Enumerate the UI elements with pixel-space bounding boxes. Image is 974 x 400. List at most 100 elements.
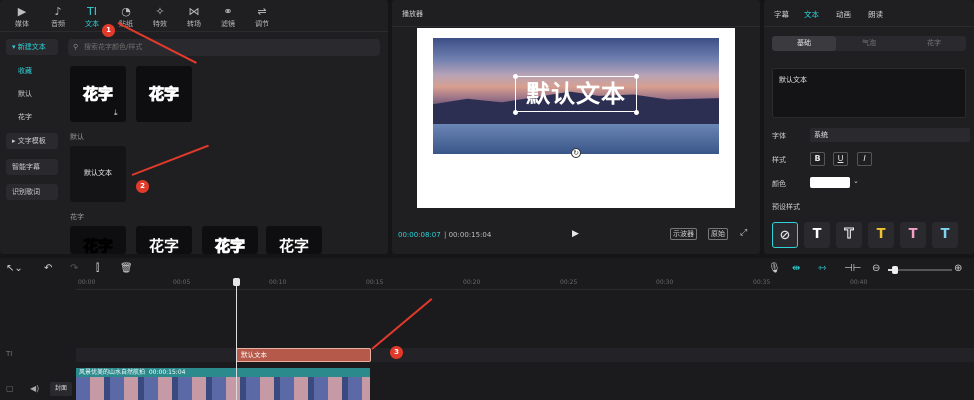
tab-text-props[interactable]: 文本: [804, 9, 819, 20]
resize-handle[interactable]: [513, 74, 518, 79]
text-content-field[interactable]: 默认文本: [772, 68, 966, 118]
search-icon: ⚲: [73, 43, 79, 51]
ratio-button[interactable]: 原始: [708, 228, 728, 240]
total-time: | 00:00:15:04: [444, 231, 492, 239]
sidebar-item-favorites[interactable]: 收藏: [6, 63, 58, 79]
tab-subtitle[interactable]: 字幕: [774, 9, 789, 20]
undo-icon[interactable]: ↶: [44, 263, 52, 274]
preset-style-1[interactable]: T: [804, 222, 830, 248]
playhead[interactable]: [236, 282, 237, 400]
segment-huazi[interactable]: 花字: [902, 36, 966, 51]
sidebar-item-new-text[interactable]: ▾ 新建文本: [6, 39, 58, 55]
ruler-tick: 00:25: [560, 279, 578, 286]
huazi-thumb-2[interactable]: 花字: [136, 226, 192, 255]
italic-button[interactable]: I: [857, 152, 872, 166]
sidebar-item-default[interactable]: 默认: [6, 86, 58, 102]
preset-style-4[interactable]: T: [900, 222, 926, 248]
search-input[interactable]: ⚲ 搜索花字颜色/样式: [68, 39, 380, 56]
huazi-thumb-3[interactable]: 花字: [202, 226, 258, 256]
preview-image: 默认文本: [433, 38, 719, 154]
play-icon[interactable]: ▶: [572, 229, 579, 239]
audio-mute-icon[interactable]: ◀): [30, 384, 39, 393]
zoom-slider-thumb[interactable]: [892, 266, 898, 274]
snap-icon[interactable]: ⇿: [818, 263, 826, 274]
huazi-thumb-green[interactable]: 花字 ⤓: [70, 66, 126, 122]
preset-style-5[interactable]: T: [932, 222, 958, 248]
annotation-badge: 2: [136, 180, 149, 193]
segment-bubble[interactable]: 气泡: [837, 36, 901, 51]
bold-button[interactable]: B: [810, 152, 825, 166]
ruler-tick: 00:30: [656, 279, 674, 286]
tab-adjust[interactable]: ⇌ 调节: [246, 4, 278, 30]
resize-handle[interactable]: [634, 74, 639, 79]
timeline-panel: ↖⌄ ↶ ↷ ⫿ 🗑 🎙 ⇹ ⇿ ⊣⊢ ⊖ ⊕ 00:00 00:05 00:1…: [0, 258, 974, 400]
tab-media[interactable]: ▶ 媒体: [6, 4, 38, 30]
sidebar-item-lyrics[interactable]: 识别歌词: [6, 184, 58, 200]
link-icon[interactable]: ⇹: [792, 263, 800, 274]
ruler-tick: 00:15: [366, 279, 384, 286]
media-icon: ▶: [17, 5, 27, 18]
font-label: 字体: [772, 132, 786, 140]
default-text-thumb[interactable]: 默认文本: [70, 146, 126, 202]
tab-effects[interactable]: ✧ 特效: [144, 4, 176, 30]
huazi-thumb-cyan[interactable]: 花字: [136, 66, 192, 122]
sidebar-item-auto-caption[interactable]: 智能字幕: [6, 159, 58, 175]
zoom-in-icon[interactable]: ⊕: [954, 263, 962, 274]
chevron-down-icon[interactable]: ⌄: [853, 177, 859, 185]
scope-button[interactable]: 示波器: [670, 228, 697, 240]
track-visibility-icon[interactable]: ▢: [6, 384, 14, 393]
preview-canvas[interactable]: 默认文本 ↻: [417, 28, 735, 208]
delete-icon[interactable]: 🗑: [120, 263, 133, 274]
resize-handle[interactable]: [634, 110, 639, 115]
ruler-tick: 00:35: [753, 279, 771, 286]
tab-tts[interactable]: 朗读: [868, 9, 883, 20]
text-icon: TI: [87, 5, 97, 18]
sidebar-item-huazi[interactable]: 花字: [6, 109, 58, 125]
video-filmstrip: [76, 377, 370, 400]
ruler-tick: 00:05: [173, 279, 191, 286]
video-clip-header: 风景优美的山水自然航拍 00:00:15:04: [76, 368, 370, 377]
divider: [392, 26, 760, 27]
rotate-icon[interactable]: ↻: [571, 148, 581, 158]
redo-icon[interactable]: ↷: [70, 263, 78, 274]
preset-none[interactable]: ⊘: [772, 222, 798, 248]
zoom-slider[interactable]: [888, 266, 952, 274]
select-tool-icon[interactable]: ↖⌄: [6, 263, 23, 274]
video-clip[interactable]: 风景优美的山水自然航拍 00:00:15:04: [76, 368, 370, 400]
ruler-tick: 00:10: [269, 279, 287, 286]
ruler-tick: 00:00: [78, 279, 96, 286]
resize-handle[interactable]: [513, 110, 518, 115]
split-icon[interactable]: ⫿: [96, 263, 99, 274]
annotation-badge: 1: [102, 24, 115, 37]
playhead-handle[interactable]: [233, 278, 240, 286]
huazi-thumb-1[interactable]: 花字: [70, 226, 126, 256]
tab-transition[interactable]: ⋈ 转场: [178, 4, 210, 30]
tab-filter[interactable]: ⚭ 滤镜: [212, 4, 244, 30]
preset-style-2[interactable]: T: [836, 222, 862, 248]
tab-animation[interactable]: 动画: [836, 9, 851, 20]
fullscreen-icon[interactable]: ⤢: [740, 228, 747, 238]
zoom-out-icon[interactable]: ⊖: [872, 263, 880, 274]
props-segment: 基础 气泡 花字: [772, 36, 966, 51]
huazi-thumb-4[interactable]: 花字: [266, 226, 322, 255]
preset-style-3[interactable]: T: [868, 222, 894, 248]
underline-button[interactable]: U: [833, 152, 848, 166]
preview-axis-icon[interactable]: ⊣⊢: [844, 263, 861, 274]
segment-basic[interactable]: 基础: [772, 36, 836, 51]
color-swatch[interactable]: [810, 177, 850, 188]
cover-button[interactable]: 封面: [50, 382, 72, 396]
font-select[interactable]: 系统: [810, 128, 970, 142]
text-clip[interactable]: 默认文本: [236, 348, 371, 362]
color-label: 颜色: [772, 180, 786, 188]
mic-icon[interactable]: 🎙: [768, 263, 781, 274]
tab-audio[interactable]: ♪ 音频: [42, 4, 74, 30]
player-title: 播放器: [402, 10, 423, 18]
sidebar-item-text-template[interactable]: ▸ 文字模板: [6, 133, 58, 149]
overlay-text-box[interactable]: 默认文本: [515, 76, 637, 112]
time-ruler[interactable]: 00:00 00:05 00:10 00:15 00:20 00:25 00:3…: [76, 278, 974, 290]
section-huazi: 花字: [70, 213, 84, 221]
audio-icon: ♪: [54, 5, 62, 18]
section-default: 默认: [70, 133, 84, 141]
preset-label: 预设样式: [772, 203, 800, 211]
annotation-badge: 3: [390, 346, 403, 359]
